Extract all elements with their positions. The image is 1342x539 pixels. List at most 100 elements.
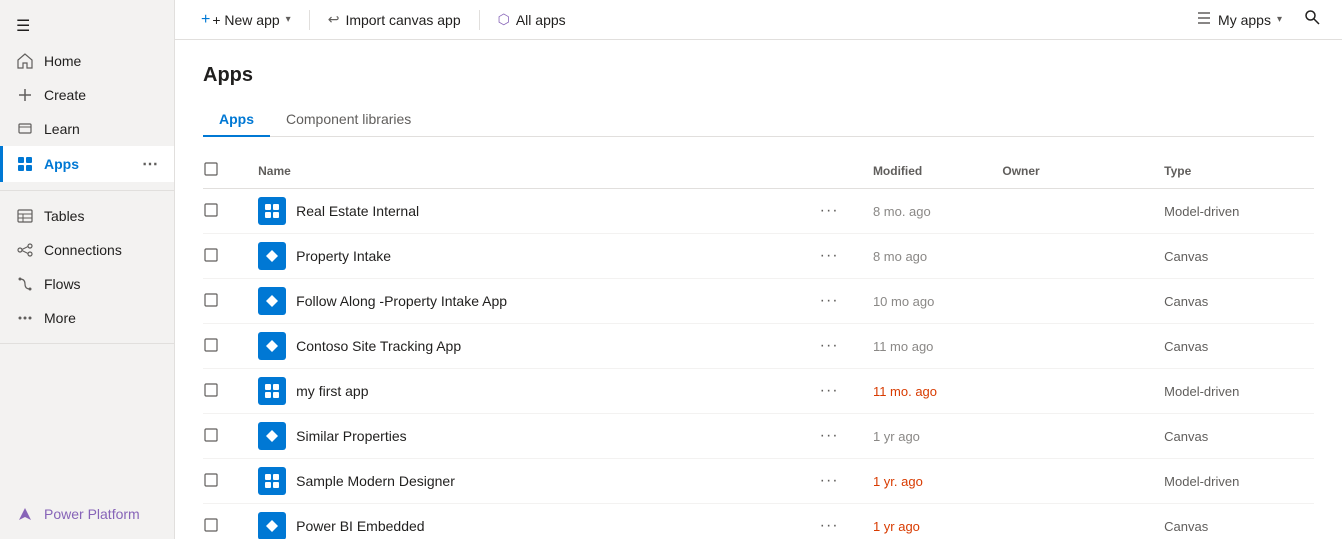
app-name: Follow Along -Property Intake App: [296, 293, 507, 309]
all-apps-button[interactable]: ⬡ All apps: [488, 5, 576, 34]
col-header-owner[interactable]: Owner: [990, 153, 1152, 189]
tab-apps[interactable]: Apps: [203, 103, 270, 137]
import-canvas-button[interactable]: ↩ Import canvas app: [318, 5, 471, 34]
type-value: Canvas: [1164, 519, 1208, 534]
row-checkbox[interactable]: [203, 205, 219, 221]
sidebar-item-learn[interactable]: Learn: [0, 112, 174, 146]
create-icon: [16, 86, 34, 104]
my-apps-chevron: ▾: [1277, 14, 1282, 25]
app-icon: [258, 332, 286, 360]
home-icon: [16, 52, 34, 70]
col-header-name[interactable]: Name: [246, 153, 802, 189]
table-row[interactable]: Real Estate Internal ··· 8 mo. ago Model…: [203, 189, 1314, 234]
modified-value: 1 yr. ago: [873, 474, 923, 489]
sidebar-item-tables-label: Tables: [44, 208, 84, 224]
more-icon: [16, 309, 34, 327]
apps-more-dots[interactable]: ⋯: [142, 154, 158, 174]
new-app-label: + New app: [212, 12, 279, 28]
owner-header-label: Owner: [1002, 164, 1039, 178]
modified-value: 11 mo ago: [873, 339, 933, 354]
type-value: Model-driven: [1164, 474, 1239, 489]
flows-icon: [16, 275, 34, 293]
app-name: Sample Modern Designer: [296, 473, 455, 489]
row-more-button[interactable]: ···: [814, 200, 845, 221]
row-checkbox[interactable]: [203, 340, 219, 356]
row-checkbox[interactable]: [203, 475, 219, 491]
all-apps-icon: ⬡: [498, 11, 510, 28]
power-platform-icon: [16, 505, 34, 523]
hamburger-button[interactable]: ☰: [0, 8, 174, 44]
row-checkbox[interactable]: [203, 520, 219, 536]
table-row[interactable]: Follow Along -Property Intake App ··· 10…: [203, 279, 1314, 324]
type-value: Canvas: [1164, 249, 1208, 264]
app-name: Real Estate Internal: [296, 203, 419, 219]
sidebar-item-power-platform[interactable]: Power Platform: [0, 497, 174, 531]
new-app-button[interactable]: + + New app ▾: [191, 5, 301, 35]
table-header-row: Name Modified Owner Type: [203, 153, 1314, 189]
type-value: Canvas: [1164, 429, 1208, 444]
type-value: Canvas: [1164, 339, 1208, 354]
table-row[interactable]: Sample Modern Designer ··· 1 yr. ago Mod…: [203, 459, 1314, 504]
row-more-button[interactable]: ···: [814, 335, 845, 356]
row-more-button[interactable]: ···: [814, 425, 845, 446]
sidebar-item-connections[interactable]: Connections: [0, 233, 174, 267]
table-select-all-icon[interactable]: [203, 166, 219, 180]
main-content: + + New app ▾ ↩ Import canvas app ⬡ All …: [175, 0, 1342, 539]
sidebar-item-more[interactable]: More: [0, 301, 174, 335]
modified-value: 11 mo. ago: [873, 384, 937, 399]
app-icon: [258, 467, 286, 495]
all-apps-label: All apps: [516, 12, 566, 28]
apps-table: Name Modified Owner Type: [203, 153, 1314, 539]
import-canvas-icon: ↩: [328, 11, 340, 28]
sidebar-item-more-label: More: [44, 310, 76, 326]
table-row[interactable]: Similar Properties ··· 1 yr ago Canvas: [203, 414, 1314, 459]
tab-component-libraries[interactable]: Component libraries: [270, 103, 427, 137]
new-app-plus-icon: +: [201, 11, 210, 29]
app-name: Contoso Site Tracking App: [296, 338, 461, 354]
row-more-button[interactable]: ···: [814, 470, 845, 491]
row-more-button[interactable]: ···: [814, 380, 845, 401]
my-apps-button[interactable]: My apps ▾: [1188, 7, 1290, 32]
my-apps-list-icon: [1196, 11, 1212, 28]
modified-value: 8 mo ago: [873, 249, 927, 264]
app-name: my first app: [296, 383, 368, 399]
new-app-chevron: ▾: [286, 14, 291, 25]
learn-icon: [16, 120, 34, 138]
row-more-button[interactable]: ···: [814, 515, 845, 536]
sidebar-item-tables[interactable]: Tables: [0, 199, 174, 233]
sidebar-item-create[interactable]: Create: [0, 78, 174, 112]
sidebar: ☰ Home Create Learn Apps ⋯ Tables: [0, 0, 175, 539]
row-checkbox[interactable]: [203, 295, 219, 311]
table-row[interactable]: Power BI Embedded ··· 1 yr ago Canvas: [203, 504, 1314, 539]
type-value: Model-driven: [1164, 204, 1239, 219]
my-apps-label: My apps: [1218, 12, 1271, 28]
row-checkbox[interactable]: [203, 250, 219, 266]
content-area: Apps Apps Component libraries Name: [175, 40, 1342, 539]
sidebar-item-home-label: Home: [44, 53, 81, 69]
sidebar-item-power-platform-label: Power Platform: [44, 506, 140, 522]
table-row[interactable]: Property Intake ··· 8 mo ago Canvas: [203, 234, 1314, 279]
type-value: Model-driven: [1164, 384, 1239, 399]
table-row[interactable]: my first app ··· 11 mo. ago Model-driven: [203, 369, 1314, 414]
sidebar-item-flows[interactable]: Flows: [0, 267, 174, 301]
sidebar-divider-2: [0, 343, 174, 344]
col-header-type[interactable]: Type: [1152, 153, 1314, 189]
table-row[interactable]: Contoso Site Tracking App ··· 11 mo ago …: [203, 324, 1314, 369]
sidebar-item-apps[interactable]: Apps ⋯: [0, 146, 174, 182]
row-more-button[interactable]: ···: [814, 290, 845, 311]
sidebar-divider-1: [0, 190, 174, 191]
app-name: Similar Properties: [296, 428, 406, 444]
col-header-modified[interactable]: Modified: [861, 153, 990, 189]
topbar-separator-1: [309, 10, 310, 30]
row-more-button[interactable]: ···: [814, 245, 845, 266]
row-checkbox[interactable]: [203, 430, 219, 446]
modified-value: 10 mo ago: [873, 294, 934, 309]
search-button[interactable]: [1298, 3, 1326, 36]
app-name: Power BI Embedded: [296, 518, 424, 534]
row-checkbox[interactable]: [203, 385, 219, 401]
modified-value: 1 yr ago: [873, 519, 920, 534]
app-name: Property Intake: [296, 248, 391, 264]
sidebar-item-learn-label: Learn: [44, 121, 80, 137]
app-icon: [258, 242, 286, 270]
sidebar-item-home[interactable]: Home: [0, 44, 174, 78]
